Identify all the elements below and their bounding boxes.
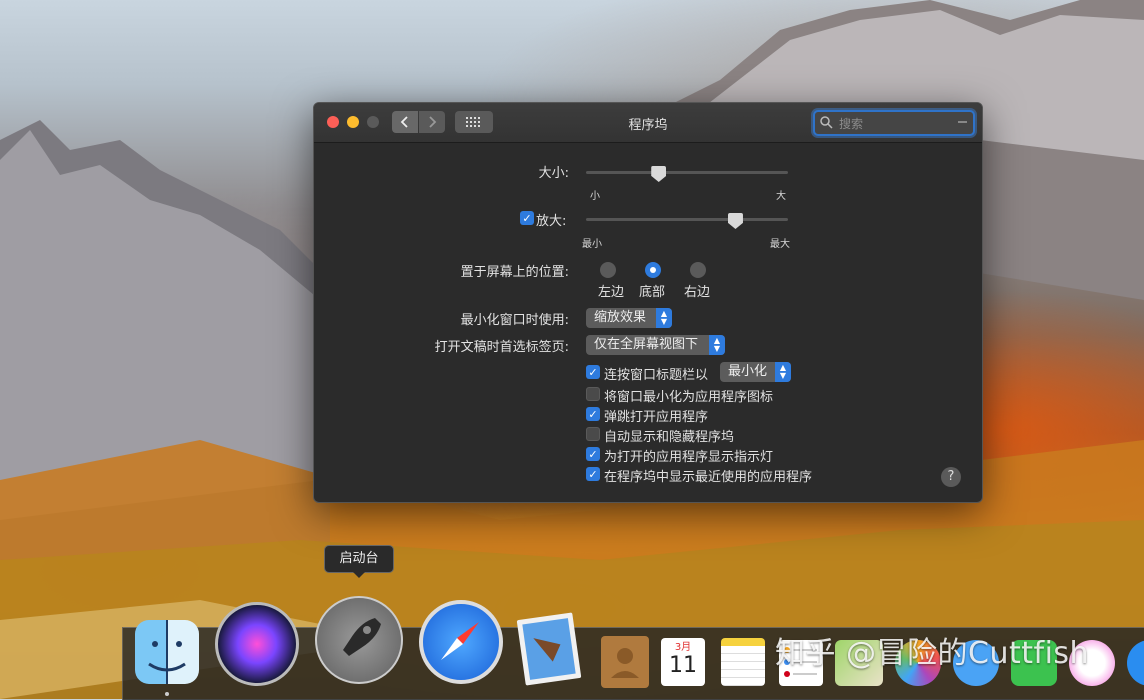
double-click-titlebar-checkbox[interactable]: ✓ xyxy=(586,365,600,379)
magnification-checkbox[interactable]: ✓ xyxy=(520,211,534,225)
search-input[interactable] xyxy=(837,114,951,133)
help-button[interactable]: ? xyxy=(941,467,961,487)
position-right-radio[interactable] xyxy=(690,262,706,278)
calendar-day: 11 xyxy=(669,653,697,678)
prefer-tabs-value: 仅在全屏幕视图下 xyxy=(594,337,699,352)
minimize-effect-label: 最小化窗口时使用: xyxy=(460,313,569,328)
watermark: 知乎 @冒险的Cuttfish xyxy=(775,636,1090,671)
show-recent-apps-checkbox[interactable]: ✓ xyxy=(586,467,600,481)
size-slider-track[interactable] xyxy=(586,171,788,174)
position-right-label: 右边 xyxy=(684,285,711,300)
finder-face-icon xyxy=(148,620,186,684)
calendar-month: 3月 xyxy=(674,642,692,653)
notes-icon[interactable] xyxy=(721,638,765,686)
autohide-dock-label: 自动显示和隐藏程序坞 xyxy=(604,430,735,445)
double-click-titlebar-label: 连按窗口标题栏以 xyxy=(604,368,709,383)
finder-icon[interactable] xyxy=(135,620,199,684)
prefer-tabs-popup[interactable]: 仅在全屏幕视图下 ▲ ▼ xyxy=(586,335,725,355)
search-icon xyxy=(820,116,833,129)
safari-icon[interactable] xyxy=(419,600,503,684)
size-label: 大小: xyxy=(538,166,569,181)
size-max-label: 大 xyxy=(776,191,786,202)
position-label: 置于屏幕上的位置: xyxy=(460,265,569,280)
magnification-min-label: 最小 xyxy=(582,239,602,250)
animate-opening-label: 弹跳打开应用程序 xyxy=(604,410,709,425)
magnification-max-label: 最大 xyxy=(770,239,790,250)
minimize-effect-popup[interactable]: 缩放效果 ▲ ▼ xyxy=(586,308,672,328)
prefer-tabs-label: 打开文稿时首选标签页: xyxy=(434,340,569,355)
titlebar: 程序坞 xyxy=(314,103,982,143)
updown-arrows-icon: ▲ ▼ xyxy=(709,335,725,355)
dock-preferences-window: 程序坞 大小: 小 大 ✓ 放大: 最小 最大 置于屏幕上的位置: 左边 底部 … xyxy=(313,102,983,503)
rocket-icon xyxy=(343,618,381,656)
magnification-slider-track[interactable] xyxy=(586,218,788,221)
position-left-label: 左边 xyxy=(598,285,625,300)
position-bottom-radio[interactable] xyxy=(645,262,661,278)
double-click-action-popup[interactable]: 最小化 ▲ ▼ xyxy=(720,362,791,382)
minimize-effect-value: 缩放效果 xyxy=(594,310,647,325)
calendar-icon[interactable]: 3月 11 xyxy=(661,638,705,686)
search-field[interactable] xyxy=(813,110,975,136)
minimize-into-app-checkbox[interactable] xyxy=(586,387,600,401)
address-book-icon xyxy=(611,648,639,678)
eagle-stamp-icon xyxy=(522,618,576,680)
magnification-slider-knob[interactable] xyxy=(727,213,743,229)
compass-icon xyxy=(441,622,479,660)
launchpad-icon[interactable] xyxy=(315,596,403,684)
position-bottom-label: 底部 xyxy=(639,285,666,300)
size-min-label: 小 xyxy=(590,191,600,202)
updown-arrows-icon: ▲ ▼ xyxy=(775,362,791,382)
launchpad-tooltip: 启动台 xyxy=(324,545,394,578)
autohide-dock-checkbox[interactable] xyxy=(586,427,600,441)
clear-icon[interactable] xyxy=(958,121,967,123)
show-indicators-label: 为打开的应用程序显示指示灯 xyxy=(604,450,774,465)
siri-icon[interactable] xyxy=(215,602,299,686)
minimize-into-app-label: 将窗口最小化为应用程序图标 xyxy=(604,390,774,405)
position-left-radio[interactable] xyxy=(600,262,616,278)
magnification-label: 放大: xyxy=(536,214,567,229)
mail-icon[interactable] xyxy=(516,612,582,686)
updown-arrows-icon: ▲ ▼ xyxy=(656,308,672,328)
show-indicators-checkbox[interactable]: ✓ xyxy=(586,447,600,461)
appstore-icon[interactable] xyxy=(1127,640,1144,686)
finder-indicator xyxy=(165,692,169,696)
show-recent-apps-label: 在程序坞中显示最近使用的应用程序 xyxy=(604,470,813,485)
animate-opening-checkbox[interactable]: ✓ xyxy=(586,407,600,421)
contacts-icon[interactable] xyxy=(601,636,649,688)
size-slider-knob[interactable] xyxy=(651,166,667,182)
double-click-action-value: 最小化 xyxy=(728,364,768,379)
